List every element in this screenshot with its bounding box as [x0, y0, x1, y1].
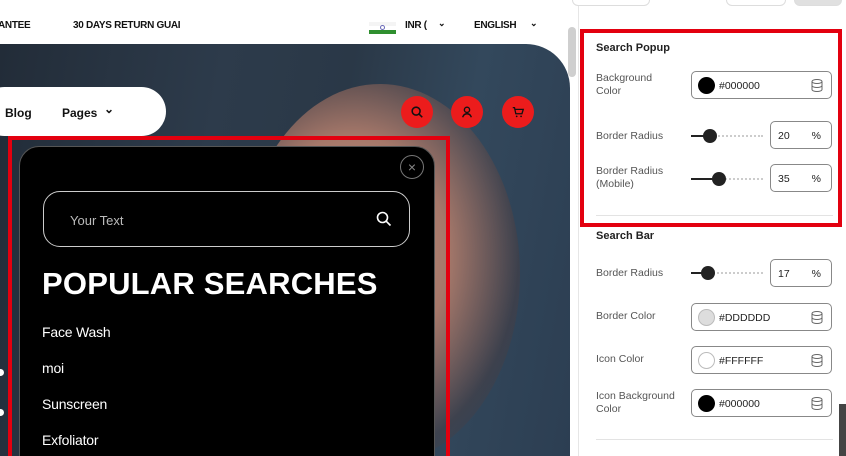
search-bar-radius-input[interactable]: 17 % [770, 259, 832, 287]
store-preview: ANTEE 30 DAYS RETURN GUAI INR ( ⌄ ENGLIS… [0, 0, 578, 456]
cart-icon [512, 106, 525, 118]
india-flag-icon [369, 22, 396, 34]
icon-background-color-label: Icon Background Color [596, 390, 675, 415]
header-cart-button[interactable] [502, 96, 534, 128]
icon-background-color-field[interactable]: #000000 [691, 389, 832, 417]
currency-selector[interactable]: INR ( [405, 20, 427, 31]
header-account-button[interactable] [451, 96, 483, 128]
border-radius-mobile-input[interactable]: 35 % [770, 164, 832, 192]
border-radius-input[interactable]: 20 % [770, 121, 832, 149]
panel-scrollbar[interactable] [839, 404, 846, 456]
popup-close-button[interactable]: × [400, 155, 424, 179]
preview-scrollbar[interactable] [568, 27, 576, 77]
background-color-label: Background Color [596, 72, 653, 97]
color-swatch[interactable] [698, 395, 715, 412]
slider-thumb[interactable] [712, 172, 726, 186]
section-divider [596, 439, 833, 440]
settings-panel [578, 0, 846, 456]
color-swatch[interactable] [698, 352, 715, 369]
popup-search-bar[interactable] [43, 191, 410, 247]
border-radius-mobile-slider[interactable] [691, 172, 763, 186]
database-icon[interactable] [811, 397, 823, 410]
close-icon: × [407, 159, 417, 175]
border-radius-slider[interactable] [691, 129, 763, 143]
currency-chevron-icon: ⌄ [438, 18, 446, 28]
border-color-field[interactable]: #DDDDDD [691, 303, 832, 331]
slider-thumb[interactable] [703, 129, 717, 143]
pages-chevron-icon: ⌄ [104, 102, 115, 116]
toolbar-button[interactable] [726, 0, 786, 6]
search-bar-radius-slider[interactable] [691, 266, 763, 280]
database-icon[interactable] [811, 354, 823, 367]
number-value: 20 [778, 130, 790, 142]
returns-text: 30 DAYS RETURN GUAI [73, 20, 181, 31]
search-input[interactable] [70, 210, 350, 230]
popular-search-item[interactable]: Sunscreen [42, 396, 107, 412]
icon-color-label: Icon Color [596, 353, 644, 365]
header-search-button[interactable] [401, 96, 433, 128]
toolbar-button[interactable] [794, 0, 842, 6]
search-bar-radius-label: Border Radius [596, 267, 664, 279]
search-icon[interactable] [375, 210, 393, 228]
popular-searches-title: POPULAR SEARCHES [42, 266, 378, 301]
user-icon [461, 106, 473, 118]
search-icon [411, 106, 423, 118]
unit-label: % [811, 268, 821, 280]
color-swatch[interactable] [698, 77, 715, 94]
database-icon[interactable] [811, 79, 823, 92]
color-value: #FFFFFF [719, 355, 764, 367]
slider-thumb[interactable] [701, 266, 715, 280]
number-value: 17 [778, 268, 790, 280]
border-radius-mobile-label: Border Radius (Mobile) [596, 165, 664, 190]
unit-label: % [811, 130, 821, 142]
language-chevron-icon: ⌄ [530, 18, 538, 28]
number-value: 35 [778, 173, 790, 185]
popular-search-item[interactable]: moi [42, 360, 64, 376]
popular-search-item[interactable]: Face Wash [42, 324, 111, 340]
color-swatch[interactable] [698, 309, 715, 326]
background-color-field[interactable]: #000000 [691, 71, 832, 99]
icon-color-field[interactable]: #FFFFFF [691, 346, 832, 374]
unit-label: % [811, 173, 821, 185]
color-value: #000000 [719, 80, 760, 92]
search-bar-section-title: Search Bar [596, 230, 655, 242]
color-value: #000000 [719, 398, 760, 410]
nav-pages[interactable]: Pages [62, 106, 97, 120]
search-popup-section-title: Search Popup [596, 42, 670, 54]
language-selector[interactable]: ENGLISH [474, 20, 517, 31]
border-radius-label: Border Radius [596, 130, 664, 142]
announcement-bar: ANTEE 30 DAYS RETURN GUAI INR ( ⌄ ENGLIS… [0, 0, 578, 42]
color-value: #DDDDDD [719, 312, 771, 324]
guarantee-text: ANTEE [0, 20, 31, 31]
database-icon[interactable] [811, 311, 823, 324]
section-divider [596, 215, 833, 216]
nav-blog[interactable]: Blog [5, 106, 32, 120]
app-root: ANTEE 30 DAYS RETURN GUAI INR ( ⌄ ENGLIS… [0, 0, 846, 456]
toolbar-toggle[interactable] [572, 0, 650, 6]
border-color-label: Border Color [596, 310, 656, 322]
popular-search-item[interactable]: Exfoliator [42, 432, 99, 448]
